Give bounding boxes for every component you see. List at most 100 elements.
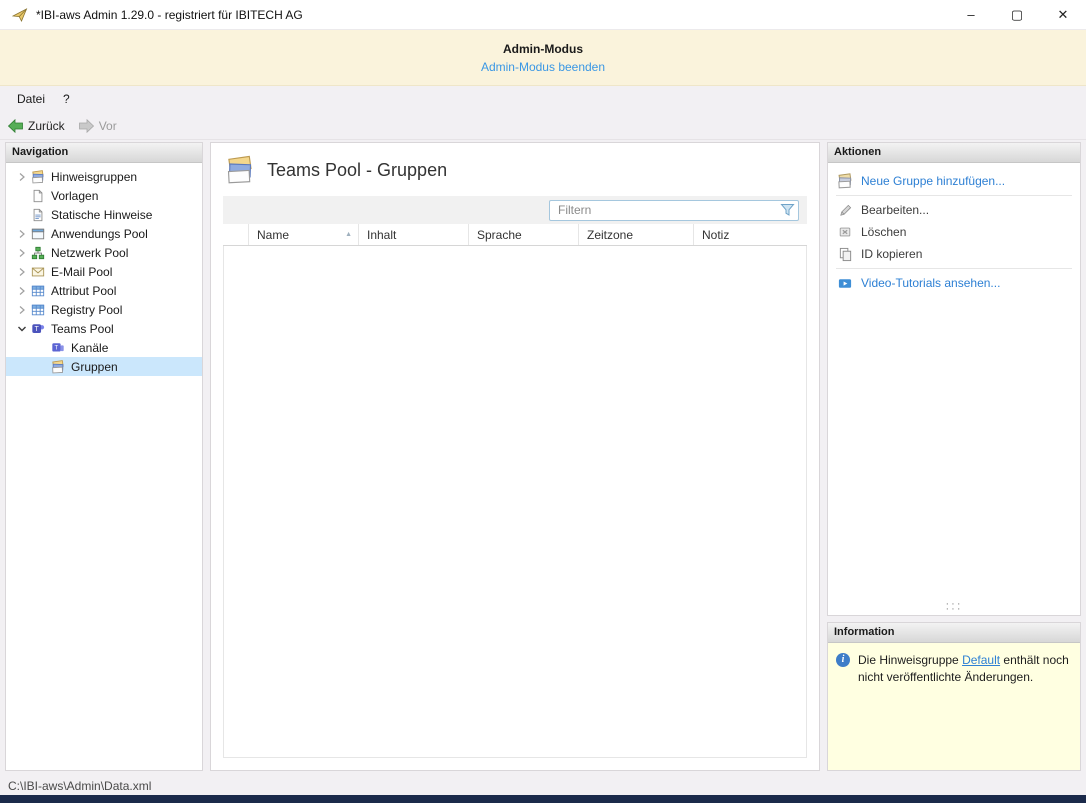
back-button-label: Zurück (28, 118, 65, 133)
nav-item-anwendungs-pool[interactable]: Anwendungs Pool (6, 224, 202, 243)
kanaele-icon: T (50, 340, 66, 355)
forward-button[interactable]: Vor (78, 118, 117, 133)
chevron-down-icon[interactable] (14, 324, 30, 334)
filter-box (549, 199, 799, 221)
action-new-group[interactable]: Neue Gruppe hinzufügen... (828, 170, 1080, 192)
column-label: Name (257, 227, 290, 242)
nav-item-registry-pool[interactable]: Registry Pool (6, 300, 202, 319)
chevron-right-icon[interactable] (14, 172, 30, 182)
action-label: Löschen (861, 225, 907, 239)
chevron-right-icon[interactable] (14, 248, 30, 258)
nav-item-label: Teams Pool (51, 321, 114, 336)
nav-item-label: Kanäle (71, 340, 109, 355)
column-name[interactable]: Name ▲ (249, 224, 359, 245)
copy-icon (837, 246, 853, 262)
app-icon (12, 7, 28, 23)
default-group-link[interactable]: Default (962, 653, 1000, 667)
info-icon: i (836, 653, 850, 667)
back-button[interactable]: Zurück (8, 118, 65, 133)
actions-separator (836, 268, 1072, 269)
window-bottom-edge (0, 795, 1086, 803)
nav-item-teams-pool[interactable]: T Teams Pool (6, 319, 202, 338)
nav-item-attribut-pool[interactable]: Attribut Pool (6, 281, 202, 300)
column-label: Zeitzone (587, 227, 634, 242)
content-area: Navigation Hinweisgruppen Vorlagen Stati… (0, 140, 1086, 777)
nav-item-statische-hinweise[interactable]: Statische Hinweise (6, 205, 202, 224)
statische-hinweise-icon (30, 207, 46, 222)
chevron-right-icon[interactable] (14, 229, 30, 239)
table-body-empty (223, 246, 807, 758)
email-pool-icon (30, 264, 46, 279)
close-button[interactable]: ✕ (1040, 0, 1086, 29)
back-arrow-icon (8, 118, 23, 133)
table-header: Name ▲ Inhalt Sprache Zeitzone Notiz (223, 224, 807, 246)
nav-item-label: Netzwerk Pool (51, 245, 129, 260)
column-zeitzone[interactable]: Zeitzone (579, 224, 694, 245)
gruppen-icon (50, 359, 66, 374)
nav-item-netzwerk-pool[interactable]: Netzwerk Pool (6, 243, 202, 262)
chevron-right-icon[interactable] (14, 286, 30, 296)
hinweisgruppen-icon (30, 169, 46, 184)
titlebar: *IBI-aws Admin 1.29.0 - registriert für … (0, 0, 1086, 30)
teams-pool-icon: T (30, 321, 46, 336)
column-inhalt[interactable]: Inhalt (359, 224, 469, 245)
delete-icon (837, 224, 853, 240)
toolbar: Zurück Vor (0, 112, 1086, 140)
svg-text:T: T (35, 325, 40, 332)
navigation-header: Navigation (6, 143, 202, 163)
menu-help[interactable]: ? (54, 88, 79, 110)
video-icon (837, 275, 853, 291)
filter-input[interactable] (549, 199, 799, 221)
action-edit[interactable]: Bearbeiten... (828, 199, 1080, 221)
menubar: Datei ? (0, 86, 1086, 112)
information-body: i Die Hinweisgruppe Default enthält noch… (828, 643, 1080, 770)
actions-list: Neue Gruppe hinzufügen... Bearbeiten... … (828, 163, 1080, 294)
minimize-button[interactable]: – (948, 0, 994, 29)
chevron-right-icon[interactable] (14, 267, 30, 277)
maximize-button[interactable]: ▢ (994, 0, 1040, 29)
nav-item-email-pool[interactable]: E-Mail Pool (6, 262, 202, 281)
new-group-icon (837, 173, 853, 189)
panel-resize-gripper[interactable]: ··· ··· (828, 599, 1080, 615)
admin-mode-end-link[interactable]: Admin-Modus beenden (481, 60, 605, 74)
menu-file[interactable]: Datei (8, 88, 54, 110)
attribut-pool-icon (30, 283, 46, 298)
action-video-tutorials[interactable]: Video-Tutorials ansehen... (828, 272, 1080, 294)
anwendungs-pool-icon (30, 226, 46, 241)
page-title-icon (225, 155, 255, 185)
nav-item-label: Statische Hinweise (51, 207, 153, 222)
nav-item-label: Vorlagen (51, 188, 99, 203)
registry-pool-icon (30, 302, 46, 317)
nav-item-label: Registry Pool (51, 302, 123, 317)
nav-item-gruppen[interactable]: Gruppen (6, 357, 202, 376)
nav-item-label: Hinweisgruppen (51, 169, 138, 184)
nav-item-kanaele[interactable]: T Kanäle (6, 338, 202, 357)
action-label: Video-Tutorials ansehen... (861, 276, 1001, 290)
action-label: ID kopieren (861, 247, 923, 261)
vorlagen-icon (30, 188, 46, 203)
admin-mode-banner: Admin-Modus Admin-Modus beenden (0, 30, 1086, 86)
action-delete[interactable]: Löschen (828, 221, 1080, 243)
netzwerk-pool-icon (30, 245, 46, 260)
actions-header: Aktionen (828, 143, 1080, 163)
nav-item-label: Gruppen (71, 359, 118, 374)
navigation-tree: Hinweisgruppen Vorlagen Statische Hinwei… (6, 163, 202, 770)
sort-ascending-icon: ▲ (345, 231, 352, 238)
nav-item-hinweisgruppen[interactable]: Hinweisgruppen (6, 167, 202, 186)
nav-item-vorlagen[interactable]: Vorlagen (6, 186, 202, 205)
filter-funnel-icon[interactable] (780, 203, 795, 217)
chevron-right-icon[interactable] (14, 305, 30, 315)
nav-item-label: E-Mail Pool (51, 264, 113, 279)
action-label: Bearbeiten... (861, 203, 930, 217)
filter-band (223, 196, 807, 224)
statusbar: C:\IBI-aws\Admin\Data.xml (0, 777, 1086, 795)
action-copy-id[interactable]: ID kopieren (828, 243, 1080, 265)
navigation-panel: Navigation Hinweisgruppen Vorlagen Stati… (5, 142, 203, 771)
right-column: Aktionen Neue Gruppe hinzufügen... Bearb… (827, 142, 1081, 771)
info-text-before: Die Hinweisgruppe (858, 653, 963, 667)
page-title-row: Teams Pool - Gruppen (211, 143, 819, 196)
column-sprache[interactable]: Sprache (469, 224, 579, 245)
column-notiz[interactable]: Notiz (694, 224, 807, 245)
nav-item-label: Anwendungs Pool (51, 226, 148, 241)
window-title: *IBI-aws Admin 1.29.0 - registriert für … (36, 7, 303, 22)
